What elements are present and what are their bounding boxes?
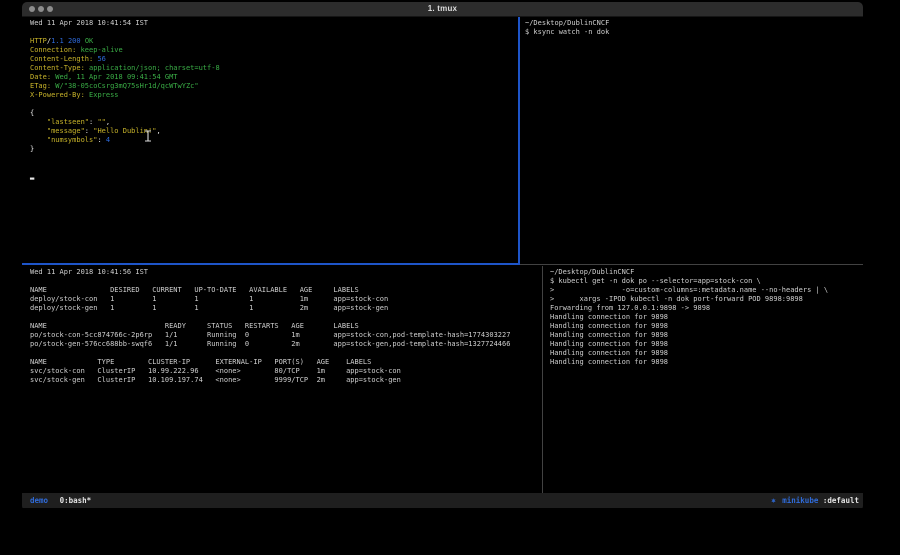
desktop: 1. tmux Wed 11 Apr 2018 10:41:54 IST HTT…: [0, 0, 900, 555]
pane-divider-horizontal[interactable]: [520, 264, 863, 265]
status-right: ⎈ minikube :default: [771, 493, 859, 508]
terminal-line: $ ksync watch -n dok: [525, 28, 863, 37]
pane-divider-horizontal-active[interactable]: [22, 263, 520, 265]
kube-namespace: :default: [823, 496, 859, 505]
terminal-line: }: [30, 145, 518, 154]
terminal-line: Connection: keep-alive: [30, 46, 518, 55]
terminal-line: Handling connection for 9898: [550, 358, 863, 367]
terminal-line: ~/Desktop/DublinCNCF: [550, 268, 863, 277]
terminal-line: "lastseen": "",: [30, 118, 518, 127]
terminal-line: > xargs -IPOD kubectl -n dok port-forwar…: [550, 295, 863, 304]
pane-kubectl-resources[interactable]: Wed 11 Apr 2018 10:41:56 IST NAME DESIRE…: [22, 266, 541, 493]
terminal-line: Content-Length: 56: [30, 55, 518, 64]
window-titlebar[interactable]: 1. tmux: [22, 2, 863, 17]
terminal-line: Content-Type: application/json; charset=…: [30, 64, 518, 73]
terminal-line: svc/stock-con ClusterIP 10.99.222.96 <no…: [30, 367, 541, 376]
terminal-line: > -o=custom-columns=:metadata.name --no-…: [550, 286, 863, 295]
close-button-icon[interactable]: [29, 6, 35, 12]
terminal-line: Handling connection for 9898: [550, 322, 863, 331]
terminal-line: [30, 154, 518, 163]
text-cursor-pointer: [144, 127, 152, 139]
terminal-line: svc/stock-gen ClusterIP 10.109.197.74 <n…: [30, 376, 541, 385]
terminal-line: HTTP/1.1 200 OK: [30, 37, 518, 46]
terminal-line: [30, 100, 518, 109]
pane-divider-vertical-top[interactable]: [518, 17, 520, 263]
terminal-line: Wed 11 Apr 2018 10:41:54 IST: [30, 19, 518, 28]
terminal-line: NAME TYPE CLUSTER-IP EXTERNAL-IP PORT(S)…: [30, 358, 541, 367]
traffic-lights: [29, 6, 53, 12]
terminal-line: Handling connection for 9898: [550, 313, 863, 322]
terminal-line: [30, 28, 518, 37]
terminal-line: Wed 11 Apr 2018 10:41:56 IST: [30, 268, 541, 277]
terminal-line: $ kubectl get -n dok po --selector=app=s…: [550, 277, 863, 286]
terminal-line: [30, 163, 518, 172]
terminal-line: po/stock-con-5cc874766c-2p6rp 1/1 Runnin…: [30, 331, 541, 340]
kubernetes-helm-icon: ⎈: [771, 496, 776, 505]
pane-http-response[interactable]: Wed 11 Apr 2018 10:41:54 IST HTTP/1.1 20…: [22, 17, 518, 263]
terminal-line: ETag: W/"38-05coCsrg3mQ75sHr1d/qcWTwYZc": [30, 82, 518, 91]
terminal-line: deploy/stock-con 1 1 1 1 1m app=stock-co…: [30, 295, 541, 304]
terminal-line: X-Powered-By: Express: [30, 91, 518, 100]
pane-port-forward[interactable]: ~/Desktop/DublinCNCF$ kubectl get -n dok…: [546, 266, 863, 493]
terminal-line: NAME READY STATUS RESTARTS AGE LABELS: [30, 322, 541, 331]
zoom-button-icon[interactable]: [47, 6, 53, 12]
terminal-line: [30, 313, 541, 322]
status-left: demo 0:bash*: [30, 493, 91, 508]
terminal-line: ~/Desktop/DublinCNCF: [525, 19, 863, 28]
terminal-line: Forwarding from 127.0.0.1:9898 -> 9898: [550, 304, 863, 313]
terminal-line: Handling connection for 9898: [550, 349, 863, 358]
window-list-item[interactable]: 0:bash*: [60, 496, 92, 505]
minimize-button-icon[interactable]: [38, 6, 44, 12]
terminal-line: po/stock-gen-576cc688bb-swqf6 1/1 Runnin…: [30, 340, 541, 349]
kube-context: minikube: [782, 496, 818, 505]
terminal-window: 1. tmux Wed 11 Apr 2018 10:41:54 IST HTT…: [22, 2, 863, 510]
terminal-line: NAME DESIRED CURRENT UP-TO-DATE AVAILABL…: [30, 286, 541, 295]
session-name: demo: [30, 496, 48, 505]
tmux-status-bar: demo 0:bash* ⎈ minikube :default: [22, 493, 863, 508]
tmux-screen: Wed 11 Apr 2018 10:41:54 IST HTTP/1.1 20…: [22, 17, 863, 493]
pane-divider-vertical-bottom[interactable]: [542, 266, 543, 493]
terminal-line: "numsymbols": 4: [30, 136, 518, 145]
window-title: 1. tmux: [22, 2, 863, 16]
terminal-line: Date: Wed, 11 Apr 2018 09:41:54 GMT: [30, 73, 518, 82]
terminal-line: deploy/stock-gen 1 1 1 1 2m app=stock-ge…: [30, 304, 541, 313]
terminal-line: [30, 277, 541, 286]
terminal-line: Handling connection for 9898: [550, 340, 863, 349]
terminal-line: ▂: [30, 172, 518, 181]
terminal-line: [30, 349, 541, 358]
pane-ksync-watch[interactable]: ~/Desktop/DublinCNCF$ ksync watch -n dok: [521, 17, 863, 263]
terminal-line: {: [30, 109, 518, 118]
terminal-line: Handling connection for 9898: [550, 331, 863, 340]
terminal-line: "message": "Hello Dublin!",: [30, 127, 518, 136]
